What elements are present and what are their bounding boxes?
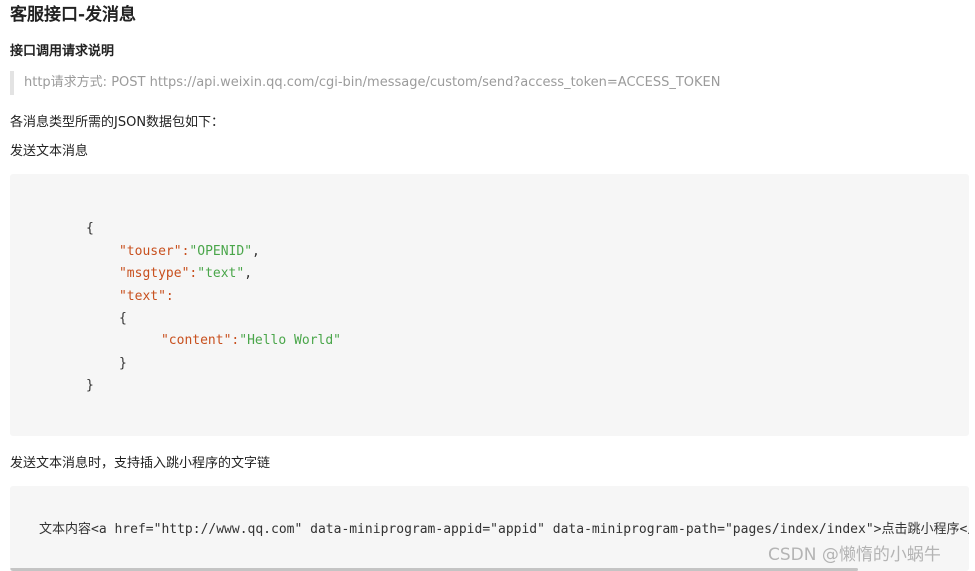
intro-paragraph: 各消息类型所需的JSON数据包如下： xyxy=(10,115,225,130)
json-comma: , xyxy=(252,244,260,259)
section-subtitle: 接口调用请求说明 xyxy=(10,44,115,59)
miniprogram-heading: 发送文本消息时，支持插入跳小程序的文字链 xyxy=(10,456,271,471)
json-value-hello-world: "Hello World" xyxy=(239,333,341,348)
request-line-text: http请求方式: POST https://api.weixin.qq.com… xyxy=(24,75,721,90)
json-key-content: "content": xyxy=(160,333,240,348)
code-line: 文本内容<a href="http://www.qq.com" data-min… xyxy=(39,522,969,537)
code-block-json[interactable]: { "touser":"OPENID", "msgtype":"text", "… xyxy=(10,174,969,436)
text-message-heading: 发送文本消息 xyxy=(10,144,89,159)
json-close-brace: } xyxy=(85,378,94,393)
json-comma: , xyxy=(244,266,253,281)
code-line: } xyxy=(39,363,94,408)
code-line: "content":"Hello World" xyxy=(114,318,341,363)
request-blockquote: http请求方式: POST https://api.weixin.qq.com… xyxy=(10,71,924,95)
csdn-watermark: CSDN @懒惰的小蜗牛 xyxy=(768,545,941,565)
page-title: 客服接口-发消息 xyxy=(10,5,137,25)
json-value-text: "text" xyxy=(197,266,245,281)
json-inner-close-brace: } xyxy=(118,356,127,371)
json-key-text: "text": xyxy=(118,289,174,304)
